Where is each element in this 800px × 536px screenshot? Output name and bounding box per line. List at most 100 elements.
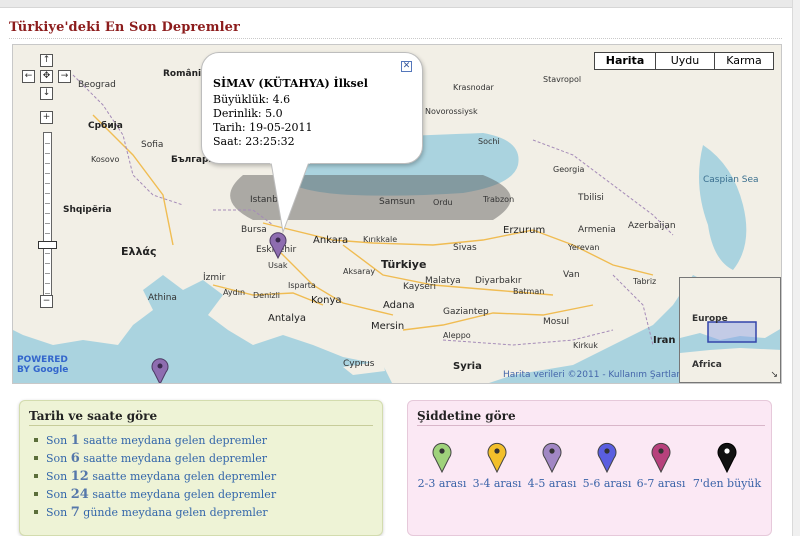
bullet-icon [34,510,38,514]
map-type-harita[interactable]: Harita [594,52,656,70]
label-trabzon: Trabzon [483,195,515,204]
label-batman: Batman [513,287,545,296]
label-stavropol: Stavropol [543,75,582,84]
label-aydin: Aydın [223,288,246,297]
date-filter-title: Tarih ve saate göre [29,409,158,423]
earthquake-pin-simav[interactable] [269,231,287,259]
date-filter-link-24h[interactable]: Son 24 saatte meydana gelen depremler [34,487,276,502]
label-serbia: Србија [88,121,123,131]
info-window: SİMAV (KÜTAHYA) İlksel Büyüklük: 4.6 Der… [201,52,423,164]
magnitude-label: 6-7 arası [636,477,686,490]
label-albania: Shqipëria [63,205,112,215]
label-aleppo: Aleppo [443,331,471,340]
page-scrollbar[interactable] [792,0,800,536]
label-georgia: Georgia [553,165,585,174]
bullet-icon [34,474,38,478]
label-bursa: Bursa [241,225,267,235]
pin-magenta-icon [651,442,671,473]
label-azerbaijan: Azerbaijan [628,221,676,231]
map-attribution[interactable]: Harita verileri ©2011 - Kullanım Şartlar… [503,370,683,380]
magnitude-label: 7'den büyük [692,477,762,490]
label-yerevan: Yerevan [568,243,600,252]
minimap-label-europe: Europe [692,314,728,324]
pan-up-button[interactable]: ↑ [40,54,53,67]
date-filter-panel: Tarih ve saate göre Son 1 saatte meydana… [19,400,383,536]
label-mersin: Mersin [371,321,405,332]
minimap-toggle-icon[interactable]: ↘ [770,370,778,380]
magnitude-label: 3-4 arası [472,477,522,490]
info-date: Tarih: 19-05-2011 [213,121,313,134]
label-antalya: Antalya [268,313,307,324]
label-turkiye: Türkiye [381,258,427,271]
pin-black-icon [717,442,737,473]
pan-right-button[interactable]: → [58,70,71,83]
zoom-in-button[interactable]: + [40,111,53,124]
earthquake-pin-crete[interactable] [151,357,169,384]
label-gaziantep: Gaziantep [443,307,489,317]
label-iran: Iran [653,335,676,346]
date-filter-link-12h[interactable]: Son 12 saatte meydana gelen depremler [34,469,276,484]
date-filter-link-7d[interactable]: Son 7 günde meydana gelen depremler [34,505,268,520]
info-time: Saat: 23:25:32 [213,135,295,148]
label-sivas: Sivas [453,243,477,253]
magnitude-label: 2-3 arası [417,477,467,490]
label-kirikkale: Kırıkkale [363,235,398,244]
pin-blue-icon [597,442,617,473]
overview-minimap[interactable]: Europe Africa ↘ [679,277,781,383]
zoom-out-button[interactable]: − [40,295,53,308]
zoom-slider-handle[interactable] [38,241,57,249]
label-novorossiysk: Novorossiysk [425,107,478,116]
magnitude-legend-4-5[interactable]: 4-5 arası [522,441,582,490]
magnitude-legend-6-7[interactable]: 6-7 arası [631,441,691,490]
google-logo: POWERED BY Google [17,355,69,375]
date-filter-link-6h[interactable]: Son 6 saatte meydana gelen depremler [34,451,267,466]
page-title: Türkiye'deki En Son Depremler [9,20,240,35]
info-window-tail [270,162,310,234]
magnitude-legend-3-4[interactable]: 3-4 arası [467,441,527,490]
close-icon[interactable]: ✕ [401,61,412,72]
bullet-icon [34,438,38,442]
label-erzurum: Erzurum [503,225,546,236]
label-kirkuk: Kirkuk [573,341,598,350]
pan-center-button[interactable]: ✥ [40,70,53,83]
label-isparta: Isparta [288,281,316,290]
info-depth: Derinlik: 5.0 [213,107,283,120]
bullet-icon [34,456,38,460]
browser-top-strip [0,0,800,8]
pan-down-button[interactable]: ↓ [40,87,53,100]
label-beograd: Beograd [78,80,116,90]
date-filter-divider [29,425,373,426]
magnitude-filter-panel: Şiddetine göre 2-3 arası 3-4 arası 4-5 a… [407,400,772,536]
label-armenia: Armenia [578,225,616,235]
label-mosul: Mosul [543,317,570,327]
pin-yellow-icon [487,442,507,473]
label-diyarbakir: Diyarbakır [475,276,522,286]
label-krasnodar: Krasnodar [453,83,494,92]
magnitude-legend-5-6[interactable]: 5-6 arası [577,441,637,490]
label-cyprus: Cyprus [343,359,375,369]
label-izmir: İzmir [203,273,226,283]
label-adana: Adana [383,300,415,311]
label-konya: Konya [311,295,342,306]
info-magnitude: Büyüklük: 4.6 [213,93,291,106]
magnitude-legend-7-plus[interactable]: 7'den büyük [692,441,762,490]
label-caspian-sea: Caspian Sea [703,175,759,185]
map-type-uydu[interactable]: Uydu [655,52,715,70]
label-samsun: Samsun [379,197,416,207]
magnitude-filter-title: Şiddetine göre [417,409,516,423]
map-type-karma[interactable]: Karma [714,52,774,70]
earthquake-map[interactable]: Türkiye Ελλάς Shqipëria Србија България … [12,44,782,384]
magnitude-legend-2-3[interactable]: 2-3 arası [412,441,472,490]
magnitude-label: 5-6 arası [582,477,632,490]
zoom-slider-track[interactable] [43,132,52,300]
date-filter-link-1h[interactable]: Son 1 saatte meydana gelen depremler [34,433,267,448]
label-sofia: Sofia [141,140,164,150]
minimap-label-africa: Africa [692,360,722,370]
label-sochi: Sochi [478,137,500,146]
label-van: Van [563,270,580,280]
pan-left-button[interactable]: ← [22,70,35,83]
label-greece: Ελλάς [121,245,157,258]
title-divider [9,38,782,39]
label-kosovo: Kosovo [91,155,120,164]
label-denizli: Denizli [253,291,281,300]
